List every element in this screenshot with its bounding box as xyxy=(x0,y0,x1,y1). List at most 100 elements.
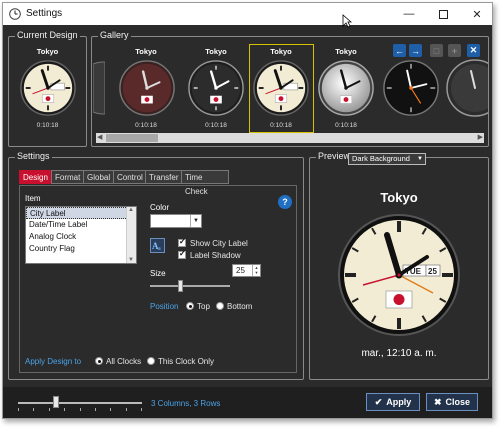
gallery-scrollbar[interactable]: ◀ ▶ xyxy=(96,133,484,143)
item-listbox[interactable]: City Label Date/Time Label Analog Clock … xyxy=(25,206,137,264)
apply-button[interactable]: ✔ Apply xyxy=(366,393,420,411)
grid-slider-thumb[interactable] xyxy=(53,396,60,408)
list-item[interactable]: City Label xyxy=(26,207,136,219)
maximize-button[interactable] xyxy=(426,3,460,25)
tab-global[interactable]: Global xyxy=(83,170,115,184)
scroll-down-icon[interactable]: ▼ xyxy=(128,257,134,263)
tab-transfer[interactable]: Transfer xyxy=(145,170,183,184)
font-button[interactable]: A a xyxy=(150,238,165,253)
label-shadow-checkbox[interactable] xyxy=(178,249,186,259)
help-button[interactable]: ? xyxy=(278,195,292,209)
current-design-time: 0:10:18 xyxy=(36,122,59,129)
grid-slider-ticks xyxy=(18,408,142,412)
apply-this-clock-radio[interactable] xyxy=(147,357,155,365)
arrow-left-icon: ← xyxy=(395,45,404,56)
gallery-delete-button[interactable]: ✕ xyxy=(467,44,480,57)
close-window-button[interactable]: ✕ xyxy=(460,3,492,25)
grid-size-text: 3 Columns, 3 Rows xyxy=(151,399,221,408)
gallery-scroll-thumb[interactable] xyxy=(106,134,158,142)
gallery-clock-1-city: Tokyo xyxy=(135,47,157,56)
plus-icon: + xyxy=(451,45,458,56)
tab-control[interactable]: Control xyxy=(113,170,147,184)
gallery-clock-6[interactable] xyxy=(446,59,488,117)
svg-text:a: a xyxy=(158,246,161,252)
size-value: 25 xyxy=(236,266,245,275)
close-icon: ✖ xyxy=(433,396,442,407)
gallery-next-button[interactable]: → xyxy=(409,44,422,57)
gallery-clock-3-city: Tokyo xyxy=(270,47,292,56)
gallery-clock-5[interactable] xyxy=(382,59,440,117)
close-icon: ✕ xyxy=(472,8,482,21)
tab-format[interactable]: Format xyxy=(51,170,85,184)
gallery-clock-3-time: 0:10:18 xyxy=(270,122,292,129)
scroll-right-icon[interactable]: ▶ xyxy=(478,133,483,141)
grid-size-slider[interactable] xyxy=(18,396,142,412)
list-item[interactable]: Analog Clock xyxy=(26,231,136,243)
scroll-up-icon[interactable]: ▲ xyxy=(128,207,134,213)
current-design-group: Current Design Tokyo 0:10:18 xyxy=(8,30,87,147)
settings-label: Settings xyxy=(15,151,52,161)
gallery-clock-4-time: 0:10:18 xyxy=(335,122,357,129)
help-icon: ? xyxy=(282,197,288,207)
apply-all-clocks-radio[interactable] xyxy=(95,357,103,365)
mouse-cursor-icon xyxy=(342,14,352,28)
gallery-save-button[interactable]: □ xyxy=(430,44,443,57)
maximize-icon xyxy=(438,9,448,19)
settings-window: Settings — ✕ Current Design Tokyo 0:10:1… xyxy=(2,2,493,419)
list-item[interactable]: Country Flag xyxy=(26,243,136,255)
footer-bar: 3 Columns, 3 Rows ✔ Apply ✖ Close xyxy=(3,387,492,418)
preview-datetime: mar., 12:10 a. m. xyxy=(361,348,437,359)
apply-button-label: Apply xyxy=(386,397,412,407)
arrow-right-icon: → xyxy=(411,45,420,56)
minimize-icon: — xyxy=(403,8,415,20)
tab-design[interactable]: Design xyxy=(19,170,52,184)
gallery-clock-2-time: 0:10:18 xyxy=(205,122,227,129)
size-slider-thumb[interactable] xyxy=(178,280,183,292)
gallery-clock-1[interactable] xyxy=(118,59,176,117)
gallery-clock-2-city: Tokyo xyxy=(205,47,227,56)
show-city-label-text: Show City Label xyxy=(190,239,248,248)
gallery-clock-2[interactable] xyxy=(187,59,245,117)
preview-date-number: 25 xyxy=(428,267,437,276)
gallery-clock-partial[interactable] xyxy=(93,59,105,117)
window-title: Settings xyxy=(26,8,63,19)
scroll-left-icon[interactable]: ◀ xyxy=(97,133,102,141)
current-design-clock-image[interactable] xyxy=(19,59,77,117)
stepper-arrows-icon[interactable]: ▲ ▼ xyxy=(252,265,260,276)
size-slider[interactable] xyxy=(150,280,230,292)
app-clock-icon xyxy=(9,8,21,20)
position-bottom-radio[interactable] xyxy=(216,302,224,310)
size-stepper[interactable]: 25 ▲ ▼ xyxy=(232,264,261,277)
close-button[interactable]: ✖ Close xyxy=(426,393,478,411)
design-tab-panel: Item City Label Date/Time Label Analog C… xyxy=(19,185,297,373)
item-list-scrollbar[interactable]: ▲ ▼ xyxy=(126,207,136,263)
gallery-clock-1-time: 0:10:18 xyxy=(135,122,157,129)
gallery-label: Gallery xyxy=(98,30,131,40)
gallery-add-button[interactable]: + xyxy=(448,44,461,57)
position-top-text: Top xyxy=(197,302,210,311)
check-icon: ✔ xyxy=(374,396,383,407)
preview-clock[interactable]: TUE 25 xyxy=(337,213,461,337)
font-icon: A a xyxy=(152,241,161,252)
save-icon: □ xyxy=(433,45,440,56)
position-top-radio[interactable] xyxy=(186,302,194,310)
current-design-label: Current Design xyxy=(15,30,80,40)
gallery-clock-4[interactable] xyxy=(317,59,375,117)
list-item[interactable]: Date/Time Label xyxy=(26,219,136,231)
gallery-clock-3[interactable] xyxy=(252,59,310,117)
background-select[interactable]: Dark Background ▼ xyxy=(348,153,426,165)
position-bottom-text: Bottom xyxy=(227,302,253,311)
title-bar: Settings — ✕ xyxy=(3,3,492,25)
show-city-label-checkbox[interactable] xyxy=(178,237,186,247)
minimize-button[interactable]: — xyxy=(392,3,426,25)
gallery-prev-button[interactable]: ← xyxy=(393,44,406,57)
size-slider-track xyxy=(150,285,230,287)
close-button-label: Close xyxy=(445,397,471,407)
grid-slider-track xyxy=(18,402,142,404)
apply-design-label: Apply Design to xyxy=(25,357,82,366)
preview-group: Preview Dark Background ▼ Tokyo TUE 25 m… xyxy=(309,151,489,380)
chevron-down-icon: ▼ xyxy=(190,215,201,227)
tab-time-check[interactable]: Time Check xyxy=(181,170,229,196)
current-design-city: Tokyo xyxy=(36,47,59,56)
color-picker[interactable]: ▼ xyxy=(150,214,202,228)
